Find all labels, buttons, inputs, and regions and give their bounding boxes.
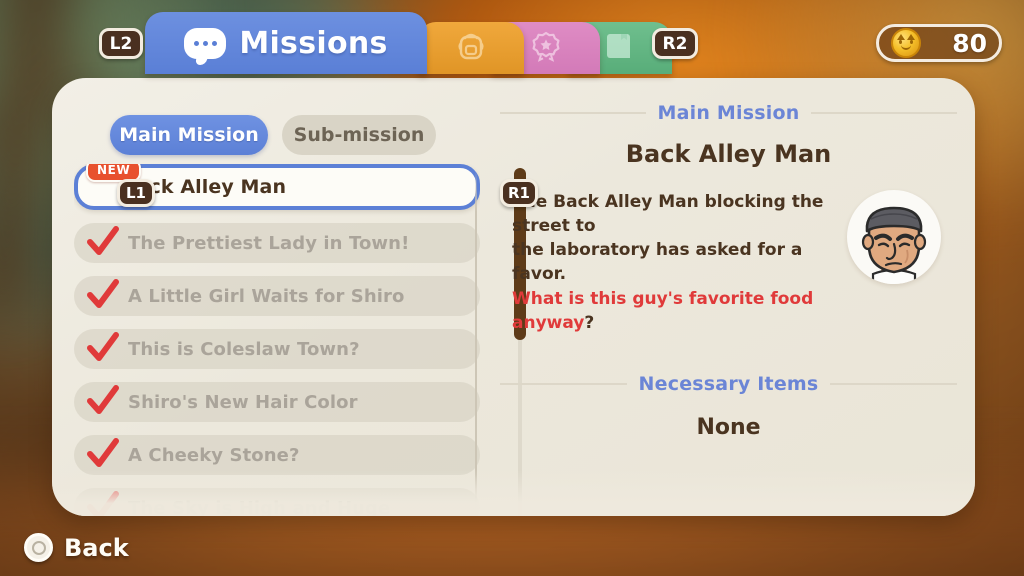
back-label: Back — [64, 533, 129, 562]
mission-item-title: A Cheeky Stone? — [128, 444, 300, 466]
currency-counter: 80 — [876, 24, 1002, 62]
tab-sub-mission[interactable]: Sub-mission — [282, 115, 436, 155]
coin-icon — [891, 28, 921, 58]
mission-item-title: Shiro's New Hair Color — [128, 391, 358, 413]
detail-description-row: The Back Alley Man blocking the street t… — [500, 190, 957, 335]
checkmark-icon — [86, 278, 120, 312]
description-question: What is this guy's favorite food anyway? — [512, 287, 831, 335]
tab-missions-label: Missions — [239, 25, 388, 61]
game-screen: L2 Missions R2 80 Main Mission Sub-missi… — [0, 0, 1024, 576]
mission-list-item[interactable]: Shiro's New Hair Color — [74, 382, 480, 422]
medal-badge-icon — [532, 31, 560, 62]
bumper-r2-hint: R2 — [652, 28, 698, 59]
necessary-items-label: Necessary Items — [638, 372, 819, 395]
mission-item-title: A Little Girl Waits for Shiro — [128, 285, 405, 307]
mission-list-item[interactable]: A Cheeky Stone? — [74, 435, 480, 475]
mission-item-title: The Sky is High and Huge — [128, 497, 391, 517]
description-question-text: What is this guy's favorite food anyway — [512, 288, 814, 333]
mission-item-title: The Prettiest Lady in Town! — [128, 232, 410, 254]
footer-hint[interactable]: Back — [24, 533, 129, 562]
detail-category-label: Main Mission — [657, 102, 800, 124]
mission-list-item[interactable]: A Little Girl Waits for Shiro — [74, 276, 480, 316]
mission-list-item[interactable]: The Sky is High and Huge — [74, 488, 480, 516]
checkmark-icon — [86, 437, 120, 471]
mission-item-title: This is Coleslaw Town? — [128, 338, 360, 360]
necessary-items-header: Necessary Items — [500, 373, 957, 395]
description-line-2: the laboratory has asked for a favor. — [512, 240, 803, 285]
tab-missions[interactable]: Missions — [145, 12, 427, 74]
top-tab-bar: L2 Missions R2 80 — [0, 0, 1024, 78]
currency-amount: 80 — [952, 28, 987, 58]
circle-button-icon — [24, 533, 53, 562]
checkmark-icon — [86, 490, 120, 516]
back-alley-man-portrait-icon — [861, 206, 927, 284]
detail-mission-title: Back Alley Man — [625, 140, 832, 168]
bumper-l2-hint: L2 — [99, 28, 143, 59]
backpack-icon — [458, 33, 484, 60]
book-icon — [607, 34, 630, 58]
mission-list[interactable]: NEW Back Alley Man The Prettiest Lady in T… — [74, 164, 480, 516]
bumper-r1-hint: R1 — [500, 179, 538, 207]
speech-bubble-icon — [184, 27, 227, 59]
mission-list-item[interactable]: This is Coleslaw Town? — [74, 329, 480, 369]
missions-panel: Main Mission Sub-mission NEW Back Alley M… — [52, 78, 975, 516]
bumper-l1-hint: L1 — [117, 179, 155, 207]
detail-category-header: Main Mission — [500, 102, 958, 124]
mission-detail-pane: Main Mission Back Alley Man The Back All… — [500, 94, 958, 516]
checkmark-icon — [86, 331, 120, 365]
tab-backpack[interactable] — [418, 22, 524, 74]
detail-description: The Back Alley Man blocking the street t… — [512, 190, 831, 335]
checkmark-icon — [86, 384, 120, 418]
character-portrait — [847, 190, 941, 284]
tab-main-mission[interactable]: Main Mission — [110, 115, 268, 155]
checkmark-icon — [86, 225, 120, 259]
description-line-1: The Back Alley Man blocking the street t… — [512, 192, 824, 237]
mission-type-tabs: Main Mission Sub-mission — [52, 96, 522, 155]
panel-divider — [475, 170, 477, 516]
description-question-mark: ? — [584, 312, 595, 333]
necessary-items-value: None — [696, 414, 761, 440]
mission-list-item[interactable]: The Prettiest Lady in Town! — [74, 223, 480, 263]
